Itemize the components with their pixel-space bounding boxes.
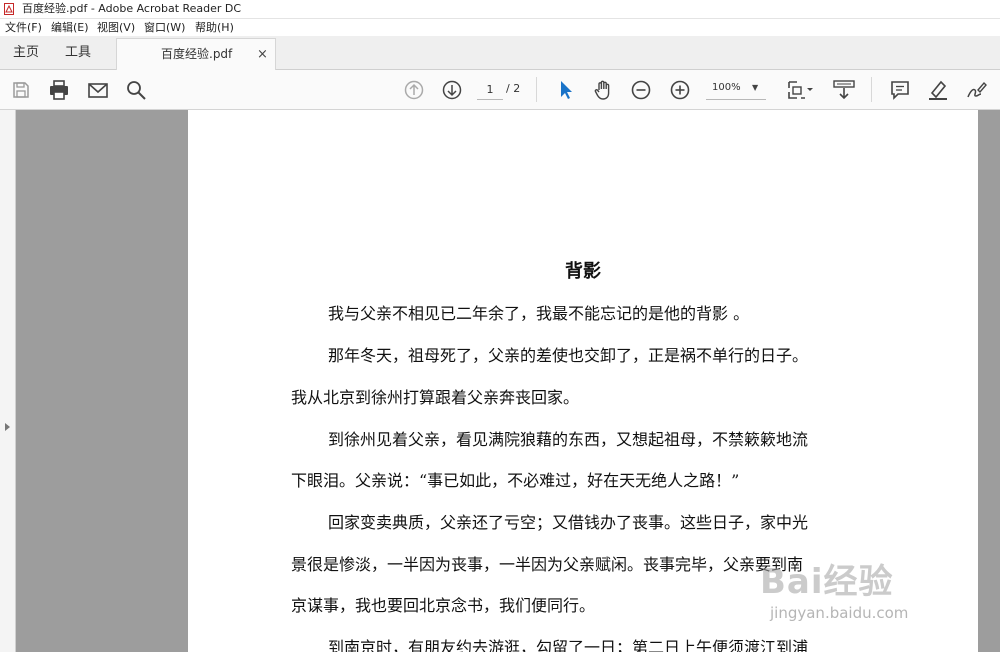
window-title: 百度经验.pdf - Adobe Acrobat Reader DC (22, 2, 242, 15)
text-line: 到徐州见着父亲，看见满院狼藉的东西，又想起祖母，不禁簌簌地流 (328, 430, 809, 449)
document-title: 背影 (565, 261, 601, 282)
highlight-icon[interactable] (926, 78, 950, 102)
page-down-icon[interactable] (440, 78, 464, 102)
text-line: 我与父亲不相见已二年余了，我最不能忘记的是他的背影 。 (328, 304, 750, 323)
zoom-in-icon[interactable] (668, 78, 692, 102)
text-line: 我从北京到徐州打算跟着父亲奔丧回家。 (291, 388, 580, 407)
text-line: 景很是惨淡，一半因为丧事，一半因为父亲赋闲。丧事完毕，父亲要到南 (291, 555, 804, 574)
chevron-down-icon: ▼ (752, 83, 759, 92)
page-number-input[interactable] (477, 79, 503, 100)
menu-window[interactable]: 窗口(W) (144, 19, 185, 36)
menu-edit[interactable]: 编辑(E) (51, 19, 89, 36)
toolbar-divider (871, 77, 872, 102)
search-icon[interactable] (124, 78, 148, 102)
text-line: 到南京时，有朋友约去游逛，勾留了一日；第二日上午便须渡江到浦 (328, 638, 809, 652)
hand-tool-icon[interactable] (591, 78, 615, 102)
left-panel-toggle[interactable] (0, 110, 16, 652)
text-line: 回家变卖典质，父亲还了亏空；又借钱办了丧事。这些日子，家中光 (328, 513, 809, 532)
print-icon[interactable] (47, 78, 71, 102)
sign-icon[interactable] (964, 78, 988, 102)
page-total: / 2 (506, 82, 521, 95)
watermark-url: jingyan.baidu.com (770, 604, 909, 622)
tab-bar: 主页 工具 百度经验.pdf × (0, 36, 1000, 71)
menu-view[interactable]: 视图(V) (97, 19, 135, 36)
menu-bar: 文件(F) 编辑(E) 视图(V) 窗口(W) 帮助(H) (0, 19, 1000, 36)
save-icon[interactable] (9, 78, 33, 102)
zoom-value: 100% (712, 82, 741, 93)
watermark-logo: Bai经验 (760, 562, 894, 602)
document-tab-label: 百度经验.pdf (161, 47, 233, 61)
toolbar: / 2 100% ▼ (0, 70, 1000, 110)
expand-arrow-icon (5, 423, 10, 431)
email-icon[interactable] (86, 78, 110, 102)
tab-tools[interactable]: 工具 (65, 36, 91, 69)
page-up-icon[interactable] (402, 78, 426, 102)
baidu-watermark: Bai经验 jingyan.baidu.com (744, 546, 1000, 652)
toolbar-divider (536, 77, 537, 102)
acrobat-app-icon (4, 3, 14, 15)
fit-page-icon[interactable] (785, 78, 815, 102)
tab-home[interactable]: 主页 (13, 36, 39, 69)
text-line: 那年冬天，祖母死了，父亲的差使也交卸了，正是祸不单行的日子。 (328, 346, 809, 365)
text-line: 下眼泪。父亲说：“事已如此，不必难过，好在天无绝人之路！” (291, 471, 740, 490)
close-tab-icon[interactable]: × (257, 39, 268, 70)
menu-help[interactable]: 帮助(H) (195, 19, 234, 36)
scroll-mode-icon[interactable] (831, 78, 857, 102)
text-line: 京谋事，我也要回北京念书，我们便同行。 (291, 596, 596, 615)
comment-icon[interactable] (888, 78, 912, 102)
title-bar: 百度经验.pdf - Adobe Acrobat Reader DC (0, 0, 1000, 19)
tab-document[interactable]: 百度经验.pdf × (116, 38, 276, 71)
menu-file[interactable]: 文件(F) (5, 19, 42, 36)
zoom-dropdown[interactable]: 100% ▼ (706, 79, 766, 100)
select-cursor-icon[interactable] (554, 78, 578, 102)
zoom-out-icon[interactable] (629, 78, 653, 102)
